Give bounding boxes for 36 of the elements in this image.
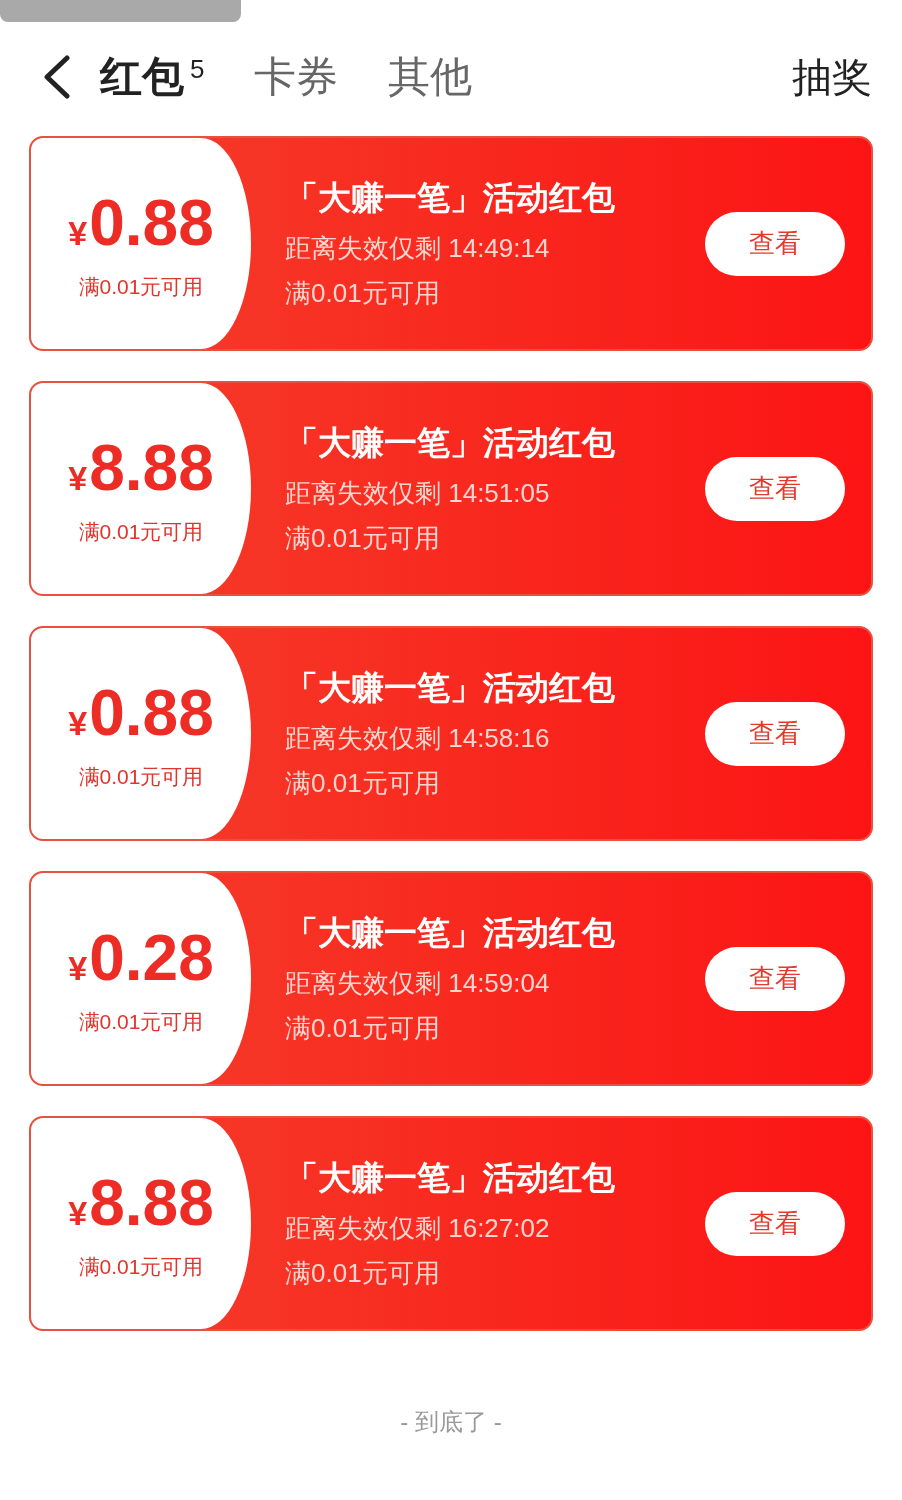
threshold-text: 满0.01元可用 [78, 1008, 204, 1035]
threshold-text: 满0.01元可用 [78, 1253, 204, 1280]
tab[interactable]: 红包$^{5}$ [100, 50, 205, 104]
condition-text: 满0.01元可用 [285, 1257, 441, 1290]
countdown-text: 距离失效仅剩 16:27:02 [285, 1212, 551, 1245]
lottery-link[interactable]: 抽奖 [792, 49, 872, 105]
tab[interactable]: 其他 [388, 50, 473, 104]
countdown-text: 距离失效仅剩 14:49:14 [285, 232, 551, 265]
countdown-text: 距离失效仅剩 14:58:16 [285, 722, 551, 755]
coupon-title: 「大赚一笔」活动红包 [285, 668, 616, 708]
view-button[interactable]: 查看 [705, 946, 845, 1011]
coupon-title: 「大赚一笔」活动红包 [285, 1158, 616, 1198]
view-button[interactable]: 查看 [705, 456, 845, 521]
view-button[interactable]: 查看 [705, 701, 845, 766]
coupon-amount: ¥0.28 [68, 921, 214, 996]
condition-text: 满0.01元可用 [285, 767, 441, 800]
threshold-text: 满0.01元可用 [78, 273, 204, 300]
condition-text: 满0.01元可用 [285, 522, 441, 555]
coupon-amount: ¥0.88 [68, 186, 214, 261]
condition-text: 满0.01元可用 [285, 277, 441, 310]
coupon-title: 「大赚一笔」活动红包 [285, 913, 616, 953]
view-button[interactable]: 查看 [705, 211, 845, 276]
countdown-text: 距离失效仅剩 14:59:04 [285, 967, 551, 1000]
tab[interactable]: 卡券 [254, 50, 339, 104]
end-of-list-text: - 到底了 - [399, 1407, 503, 1437]
coupon-amount: ¥8.88 [68, 1166, 214, 1241]
coupon-amount: ¥8.88 [68, 431, 214, 506]
back-icon[interactable] [42, 55, 72, 99]
view-button[interactable]: 查看 [705, 1191, 845, 1256]
condition-text: 满0.01元可用 [285, 1012, 441, 1045]
coupon-amount: ¥0.88 [68, 676, 214, 751]
threshold-text: 满0.01元可用 [78, 518, 204, 545]
threshold-text: 满0.01元可用 [78, 763, 204, 790]
countdown-text: 距离失效仅剩 14:51:05 [285, 477, 551, 510]
coupon-title: 「大赚一笔」活动红包 [285, 423, 616, 463]
coupon-title: 「大赚一笔」活动红包 [285, 178, 616, 218]
